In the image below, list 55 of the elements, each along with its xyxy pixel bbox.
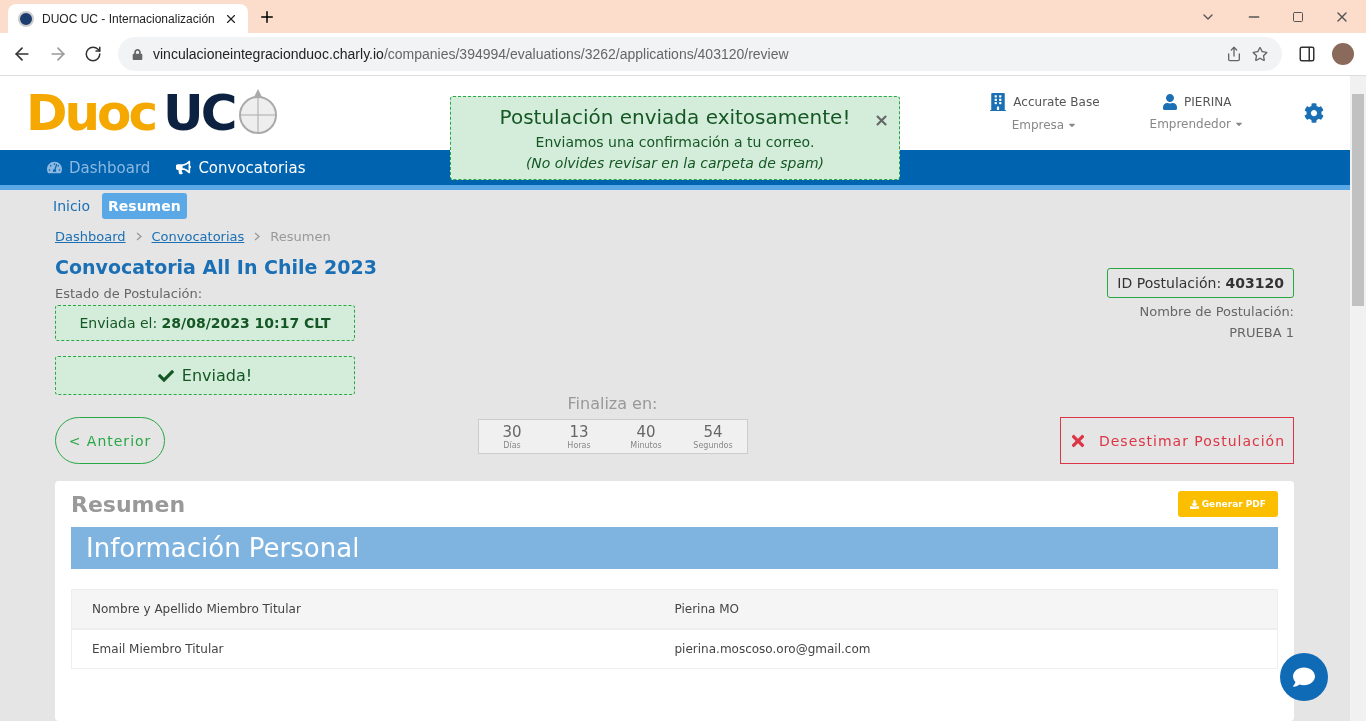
subnav-tab[interactable]: Inicio (47, 193, 97, 219)
logo: Duoc UC (26, 84, 279, 142)
role-dropdown[interactable]: Empresa (1005, 117, 1084, 133)
site-favicon-icon (18, 10, 34, 27)
status-badge: Enviada! (55, 356, 355, 395)
side-panel-icon[interactable] (1298, 45, 1316, 63)
star-icon[interactable] (1252, 46, 1268, 62)
dismiss-button[interactable]: Desestimar Postulación (1060, 417, 1294, 464)
current-page-label: Resumen (270, 229, 331, 244)
maximize-icon[interactable] (1292, 11, 1304, 23)
section-header: Información Personal (71, 527, 1278, 569)
scrollbar[interactable] (1350, 76, 1366, 721)
building-icon (989, 93, 1008, 111)
reload-icon[interactable] (84, 45, 102, 63)
subnav-tab[interactable]: Resumen (102, 193, 187, 219)
field-value: pierina.moscoso.oro@gmail.com (674, 642, 872, 656)
share-icon[interactable] (1226, 46, 1242, 62)
application-name-label: Nombre de Postulación: (1139, 304, 1294, 319)
status-label: Estado de Postulación: (55, 286, 204, 301)
account-name: PIERINA (1162, 94, 1232, 110)
field-value: Pierina MO (674, 602, 741, 616)
breadcrumb-link[interactable]: Convocatorias (151, 229, 245, 244)
close-button[interactable]: × (873, 109, 889, 130)
chat-icon (1293, 666, 1315, 688)
dashboard-icon (47, 160, 62, 175)
nav-link[interactable]: Convocatorias (176, 158, 306, 177)
page-title: Convocatoria All In Chile 2023 (55, 256, 377, 278)
application-id: ID Postulación: 403120 (1107, 268, 1294, 298)
chat-button[interactable] (1280, 653, 1328, 701)
new-tab-icon[interactable] (258, 8, 276, 26)
user-icon (1162, 94, 1179, 110)
download-icon (1189, 499, 1199, 509)
account-name: Accurate Base (989, 93, 1100, 111)
toast-message: Enviamos una confirmación a tu correo. (535, 134, 815, 150)
toast-title: Postulación enviada exitosamente! (499, 105, 851, 129)
check-icon (157, 367, 174, 384)
chevron-icon (135, 232, 142, 241)
field-label: Nombre y Apellido Miembro Titular (92, 602, 302, 616)
lock-icon (132, 48, 143, 60)
chevron-icon (254, 232, 261, 241)
settings-icon[interactable] (1304, 103, 1324, 123)
field-label: Email Miembro Titular (92, 642, 225, 656)
role-dropdown[interactable]: Emprendedor (1143, 116, 1250, 132)
browser-tab[interactable]: DUOC UC - Internacionalización (8, 4, 248, 33)
nav-link[interactable]: Dashboard (47, 158, 151, 177)
toast-note: (No olvides revisar en la carpeta de spam) (525, 155, 825, 171)
countdown-timer: 30 Días 13 Horas 40 Minutos 54 Segundos (477, 418, 748, 454)
application-name: PRUEBA 1 (1229, 325, 1294, 340)
card-title: Resumen (71, 491, 186, 517)
profile-avatar[interactable] (1332, 43, 1354, 65)
countdown-label: Finaliza en: (567, 393, 658, 413)
breadcrumb-link[interactable]: Dashboard (55, 229, 126, 244)
megaphone-icon (176, 160, 192, 175)
sent-date-box: Enviada el: 28/08/2023 10:17 CLT (55, 305, 355, 341)
address-bar[interactable]: vinculacioneintegracionduoc.charly.io/companies/394994/evaluations/3262/applications/403120/review (118, 37, 1282, 71)
